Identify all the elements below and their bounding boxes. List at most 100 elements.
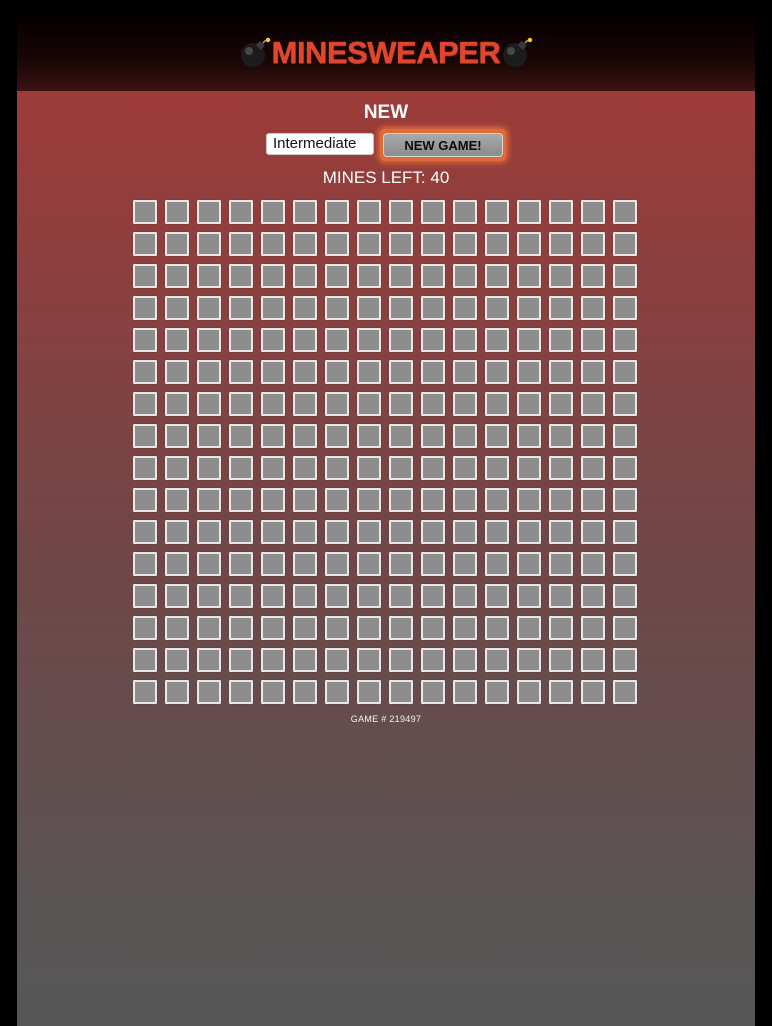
mine-cell[interactable] — [421, 360, 445, 384]
mine-cell[interactable] — [197, 680, 221, 704]
mine-cell[interactable] — [261, 680, 285, 704]
mine-cell[interactable] — [133, 360, 157, 384]
mine-cell[interactable] — [165, 520, 189, 544]
mine-cell[interactable] — [133, 456, 157, 480]
mine-cell[interactable] — [549, 552, 573, 576]
mine-cell[interactable] — [325, 520, 349, 544]
mine-cell[interactable] — [613, 360, 637, 384]
mine-cell[interactable] — [293, 264, 317, 288]
mine-cell[interactable] — [261, 552, 285, 576]
mine-cell[interactable] — [485, 264, 509, 288]
mine-cell[interactable] — [229, 488, 253, 512]
mine-cell[interactable] — [581, 584, 605, 608]
mine-cell[interactable] — [261, 296, 285, 320]
mine-cell[interactable] — [133, 520, 157, 544]
mine-cell[interactable] — [229, 392, 253, 416]
mine-cell[interactable] — [613, 264, 637, 288]
mine-cell[interactable] — [453, 488, 477, 512]
mine-cell[interactable] — [133, 552, 157, 576]
mine-cell[interactable] — [517, 360, 541, 384]
mine-cell[interactable] — [229, 552, 253, 576]
mine-cell[interactable] — [613, 520, 637, 544]
mine-cell[interactable] — [485, 648, 509, 672]
mine-cell[interactable] — [293, 456, 317, 480]
mine-cell[interactable] — [453, 232, 477, 256]
mine-cell[interactable] — [325, 328, 349, 352]
mine-cell[interactable] — [165, 328, 189, 352]
mine-cell[interactable] — [453, 616, 477, 640]
mine-cell[interactable] — [421, 456, 445, 480]
mine-cell[interactable] — [517, 488, 541, 512]
mine-cell[interactable] — [453, 424, 477, 448]
mine-cell[interactable] — [197, 200, 221, 224]
mine-cell[interactable] — [357, 584, 381, 608]
mine-cell[interactable] — [325, 424, 349, 448]
mine-cell[interactable] — [293, 328, 317, 352]
mine-cell[interactable] — [549, 200, 573, 224]
mine-cell[interactable] — [421, 264, 445, 288]
mine-cell[interactable] — [325, 232, 349, 256]
mine-cell[interactable] — [197, 392, 221, 416]
mine-cell[interactable] — [453, 200, 477, 224]
mine-cell[interactable] — [293, 488, 317, 512]
mine-cell[interactable] — [517, 680, 541, 704]
mine-cell[interactable] — [261, 264, 285, 288]
mine-cell[interactable] — [389, 616, 413, 640]
mine-cell[interactable] — [261, 584, 285, 608]
mine-cell[interactable] — [325, 552, 349, 576]
mine-cell[interactable] — [357, 520, 381, 544]
mine-cell[interactable] — [613, 584, 637, 608]
mine-cell[interactable] — [549, 360, 573, 384]
mine-cell[interactable] — [293, 616, 317, 640]
mine-cell[interactable] — [261, 200, 285, 224]
mine-cell[interactable] — [325, 392, 349, 416]
mine-cell[interactable] — [517, 520, 541, 544]
mine-cell[interactable] — [197, 296, 221, 320]
mine-cell[interactable] — [229, 360, 253, 384]
mine-cell[interactable] — [453, 456, 477, 480]
mine-cell[interactable] — [165, 456, 189, 480]
mine-cell[interactable] — [517, 264, 541, 288]
mine-cell[interactable] — [165, 424, 189, 448]
mine-cell[interactable] — [133, 200, 157, 224]
mine-cell[interactable] — [549, 616, 573, 640]
mine-cell[interactable] — [549, 680, 573, 704]
mine-cell[interactable] — [581, 520, 605, 544]
mine-cell[interactable] — [485, 520, 509, 544]
mine-cell[interactable] — [229, 680, 253, 704]
mine-cell[interactable] — [549, 584, 573, 608]
mine-cell[interactable] — [197, 424, 221, 448]
mine-cell[interactable] — [229, 296, 253, 320]
mine-cell[interactable] — [261, 616, 285, 640]
mine-cell[interactable] — [389, 680, 413, 704]
mine-cell[interactable] — [613, 552, 637, 576]
mine-cell[interactable] — [165, 680, 189, 704]
mine-cell[interactable] — [581, 264, 605, 288]
mine-cell[interactable] — [453, 584, 477, 608]
mine-cell[interactable] — [549, 456, 573, 480]
mine-cell[interactable] — [485, 552, 509, 576]
mine-cell[interactable] — [517, 648, 541, 672]
mine-cell[interactable] — [293, 584, 317, 608]
mine-cell[interactable] — [613, 296, 637, 320]
mine-cell[interactable] — [549, 264, 573, 288]
mine-cell[interactable] — [453, 360, 477, 384]
mine-cell[interactable] — [133, 328, 157, 352]
mine-cell[interactable] — [293, 200, 317, 224]
mine-cell[interactable] — [293, 648, 317, 672]
mine-cell[interactable] — [357, 648, 381, 672]
mine-cell[interactable] — [421, 520, 445, 544]
mine-cell[interactable] — [229, 200, 253, 224]
mine-cell[interactable] — [549, 232, 573, 256]
mine-cell[interactable] — [261, 328, 285, 352]
mine-cell[interactable] — [453, 680, 477, 704]
mine-cell[interactable] — [197, 552, 221, 576]
mine-cell[interactable] — [485, 360, 509, 384]
mine-cell[interactable] — [165, 296, 189, 320]
mine-cell[interactable] — [453, 552, 477, 576]
mine-cell[interactable] — [357, 328, 381, 352]
mine-cell[interactable] — [133, 584, 157, 608]
mine-cell[interactable] — [581, 360, 605, 384]
mine-cell[interactable] — [325, 488, 349, 512]
mine-cell[interactable] — [421, 488, 445, 512]
